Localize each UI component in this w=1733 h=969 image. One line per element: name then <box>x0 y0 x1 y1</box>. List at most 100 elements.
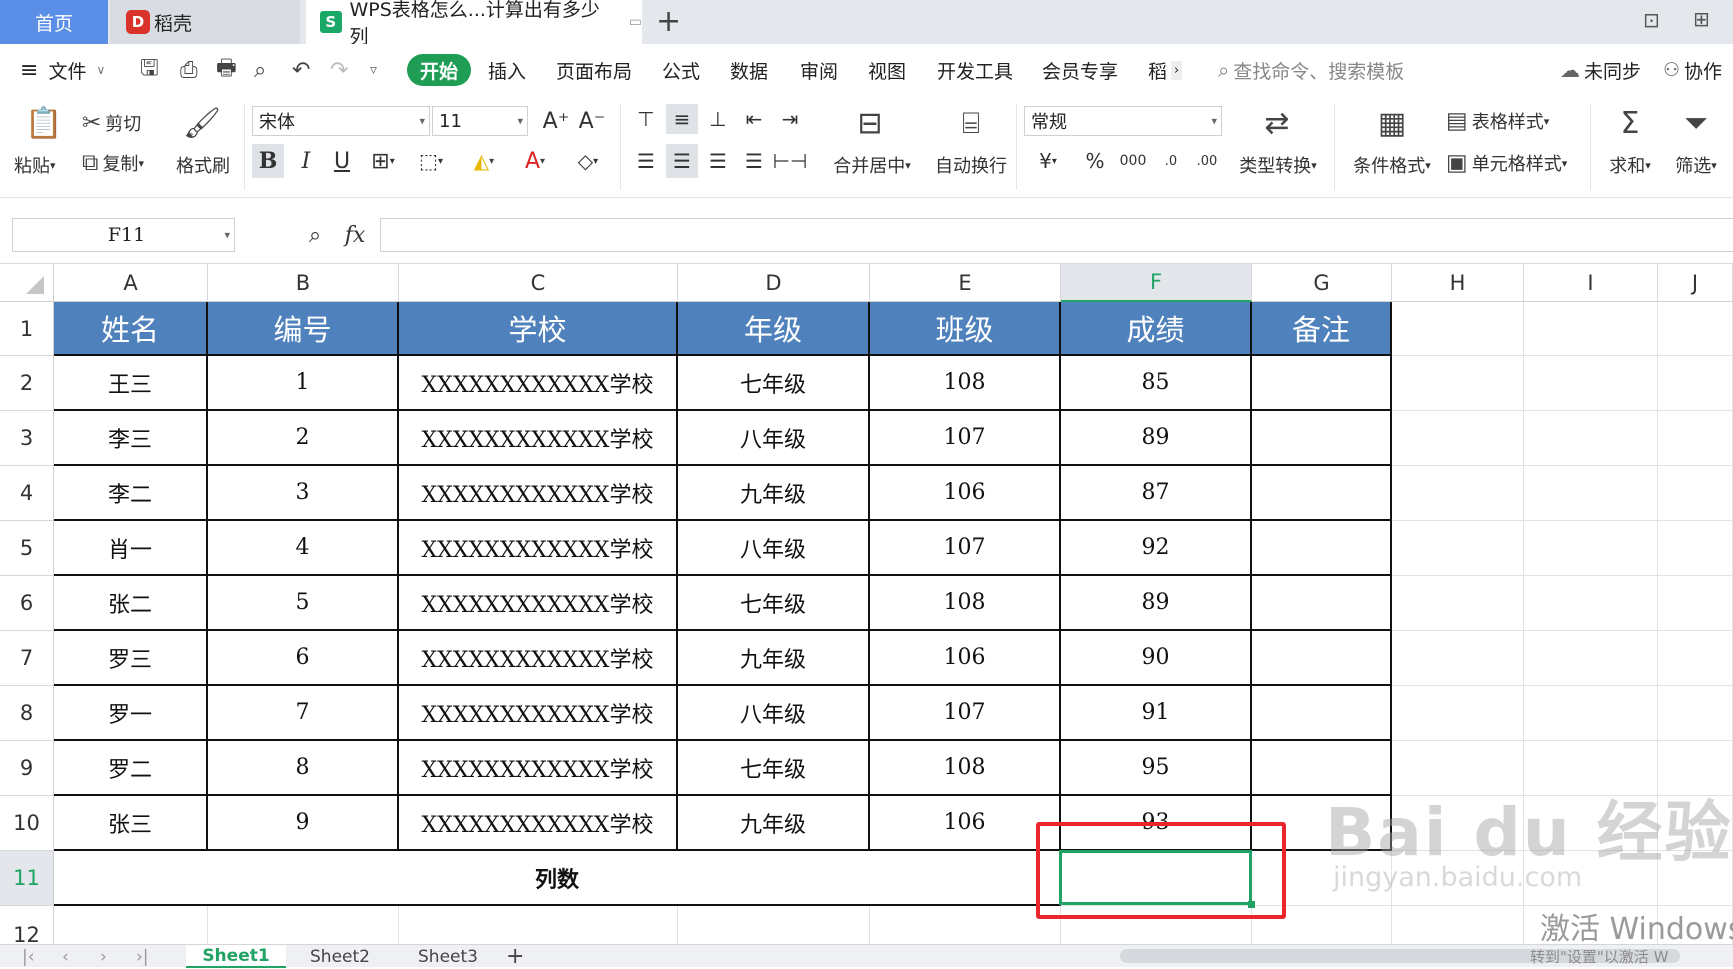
table-cell-E4[interactable]: 106 <box>870 466 1061 521</box>
row-header-1[interactable]: 1 <box>0 302 54 356</box>
table-header-A[interactable]: 姓名 <box>54 302 208 356</box>
type-convert-icon[interactable]: ⇄ <box>1232 104 1322 144</box>
table-cell-D5[interactable]: 八年级 <box>678 521 870 576</box>
cell-H5[interactable] <box>1392 521 1524 576</box>
table-cell-C4[interactable]: XXXXXXXXXXXX学校 <box>399 466 678 521</box>
cell-I6[interactable] <box>1524 576 1658 631</box>
table-header-F[interactable]: 成绩 <box>1061 302 1252 356</box>
menu-member[interactable]: 会员专享 <box>1042 44 1118 96</box>
cut-button[interactable]: ✂ 剪切 <box>82 108 141 138</box>
currency-icon[interactable]: ¥ ▾ <box>1028 144 1068 178</box>
merge-center-button[interactable]: 合并居中 ▾ <box>826 150 918 180</box>
redo-icon[interactable]: ↷ <box>330 44 348 96</box>
table-cell-G6[interactable] <box>1252 576 1392 631</box>
menu-view[interactable]: 视图 <box>868 44 906 96</box>
table-cell-G7[interactable] <box>1252 631 1392 686</box>
column-header-B[interactable]: B <box>208 264 399 302</box>
table-style-button[interactable]: ▤ 表格样式 ▾ <box>1446 106 1549 136</box>
row-header-9[interactable]: 9 <box>0 741 54 796</box>
table-cell-D10[interactable]: 九年级 <box>678 796 870 851</box>
table-cell-E8[interactable]: 107 <box>870 686 1061 741</box>
save-icon[interactable]: 🖫 <box>140 44 159 96</box>
table-cell-E5[interactable]: 107 <box>870 521 1061 576</box>
table-cell-D4[interactable]: 九年级 <box>678 466 870 521</box>
column-header-C[interactable]: C <box>399 264 678 302</box>
next-sheet-icon[interactable]: › <box>100 945 107 968</box>
bold-button[interactable]: B <box>252 144 284 178</box>
column-header-D[interactable]: D <box>678 264 870 302</box>
export-pdf-icon[interactable]: ⎙ <box>180 44 198 96</box>
table-cell-F2[interactable]: 85 <box>1061 356 1252 411</box>
select-all-corner[interactable] <box>0 264 54 302</box>
tab-home[interactable]: 首页 <box>0 0 108 44</box>
cell-J6[interactable] <box>1658 576 1733 631</box>
zoom-search-icon[interactable]: ⌕ <box>300 218 330 252</box>
table-cell-A5[interactable]: 肖一 <box>54 521 208 576</box>
border-icon[interactable]: ⊞ ▾ <box>362 144 404 178</box>
font-name-select[interactable]: 宋体 ▾ <box>252 106 430 136</box>
table-cell-B9[interactable]: 8 <box>208 741 399 796</box>
table-cell-G4[interactable] <box>1252 466 1392 521</box>
table-cell-A9[interactable]: 罗二 <box>54 741 208 796</box>
row-header-2[interactable]: 2 <box>0 356 54 411</box>
cell-H7[interactable] <box>1392 631 1524 686</box>
align-middle-icon[interactable]: ≡ <box>666 104 698 134</box>
column-header-A[interactable]: A <box>54 264 208 302</box>
undo-icon[interactable]: ↶ <box>292 44 310 96</box>
cell-I8[interactable] <box>1524 686 1658 741</box>
table-cell-B7[interactable]: 6 <box>208 631 399 686</box>
sheet-tab-3[interactable]: Sheet3 <box>398 945 498 968</box>
cell-I5[interactable] <box>1524 521 1658 576</box>
align-center-icon[interactable]: ☰ <box>666 144 698 178</box>
table-cell-F3[interactable]: 89 <box>1061 411 1252 466</box>
print-icon[interactable]: 🖶 <box>216 44 237 96</box>
indent-increase-icon[interactable]: ⇥ <box>774 104 806 134</box>
customize-quickbar-icon[interactable]: ▿ <box>370 44 377 96</box>
column-header-I[interactable]: I <box>1524 264 1658 302</box>
cell-C12[interactable] <box>399 906 678 944</box>
decrease-decimal-icon[interactable]: .00 <box>1190 144 1224 178</box>
menu-insert[interactable]: 插入 <box>488 44 526 96</box>
collab-button[interactable]: ⚇ 协作 <box>1663 44 1722 96</box>
table-cell-E10[interactable]: 106 <box>870 796 1061 851</box>
table-cell-B8[interactable]: 7 <box>208 686 399 741</box>
table-cell-B3[interactable]: 2 <box>208 411 399 466</box>
monitor-icon[interactable]: ▭ <box>629 14 642 30</box>
prev-sheet-icon[interactable]: ‹ <box>62 945 69 968</box>
row-header-3[interactable]: 3 <box>0 411 54 466</box>
row-header-7[interactable]: 7 <box>0 631 54 686</box>
align-right-icon[interactable]: ☰ <box>702 144 734 178</box>
menu-review[interactable]: 审阅 <box>800 44 838 96</box>
window-mode-icon[interactable]: ⊡ <box>1643 8 1660 32</box>
column-header-E[interactable]: E <box>870 264 1061 302</box>
filter-icon[interactable]: ⏷ <box>1666 104 1726 144</box>
spreadsheet-grid[interactable]: ABCDEFGHIJ 1 2 3 4 5 6 7 8 9 10 11 12 姓名 编号 学校 年级 班级 成绩备… <box>0 264 1733 944</box>
table-header-B[interactable]: 编号 <box>208 302 399 356</box>
table-cell-E9[interactable]: 108 <box>870 741 1061 796</box>
cell-J8[interactable] <box>1658 686 1733 741</box>
cell-J3[interactable] <box>1658 411 1733 466</box>
table-cell-G3[interactable] <box>1252 411 1392 466</box>
cell-B12[interactable] <box>208 906 399 944</box>
column-header-H[interactable]: H <box>1392 264 1524 302</box>
sum-icon[interactable]: Σ <box>1600 104 1660 144</box>
table-header-E[interactable]: 班级 <box>870 302 1061 356</box>
table-cell-F7[interactable]: 90 <box>1061 631 1252 686</box>
table-header-G[interactable]: 备注 <box>1252 302 1392 356</box>
name-box[interactable]: F11 ▾ <box>12 218 235 252</box>
cell-H3[interactable] <box>1392 411 1524 466</box>
column-header-G[interactable]: G <box>1252 264 1392 302</box>
cell-J1[interactable] <box>1658 302 1733 356</box>
row-header-6[interactable]: 6 <box>0 576 54 631</box>
align-bottom-icon[interactable]: ⊥ <box>702 104 734 134</box>
file-menu[interactable]: ≡ 文件 ∨ <box>20 44 105 96</box>
indent-decrease-icon[interactable]: ⇤ <box>738 104 770 134</box>
last-sheet-icon[interactable]: ›| <box>136 945 149 968</box>
table-cell-F8[interactable]: 91 <box>1061 686 1252 741</box>
align-top-icon[interactable]: ⊤ <box>630 104 662 134</box>
summary-label-cell[interactable]: 列数 <box>54 851 1061 906</box>
menu-developer[interactable]: 开发工具 <box>937 44 1013 96</box>
table-cell-C8[interactable]: XXXXXXXXXXXX学校 <box>399 686 678 741</box>
table-cell-D2[interactable]: 七年级 <box>678 356 870 411</box>
add-sheet-icon[interactable]: + <box>506 944 524 969</box>
